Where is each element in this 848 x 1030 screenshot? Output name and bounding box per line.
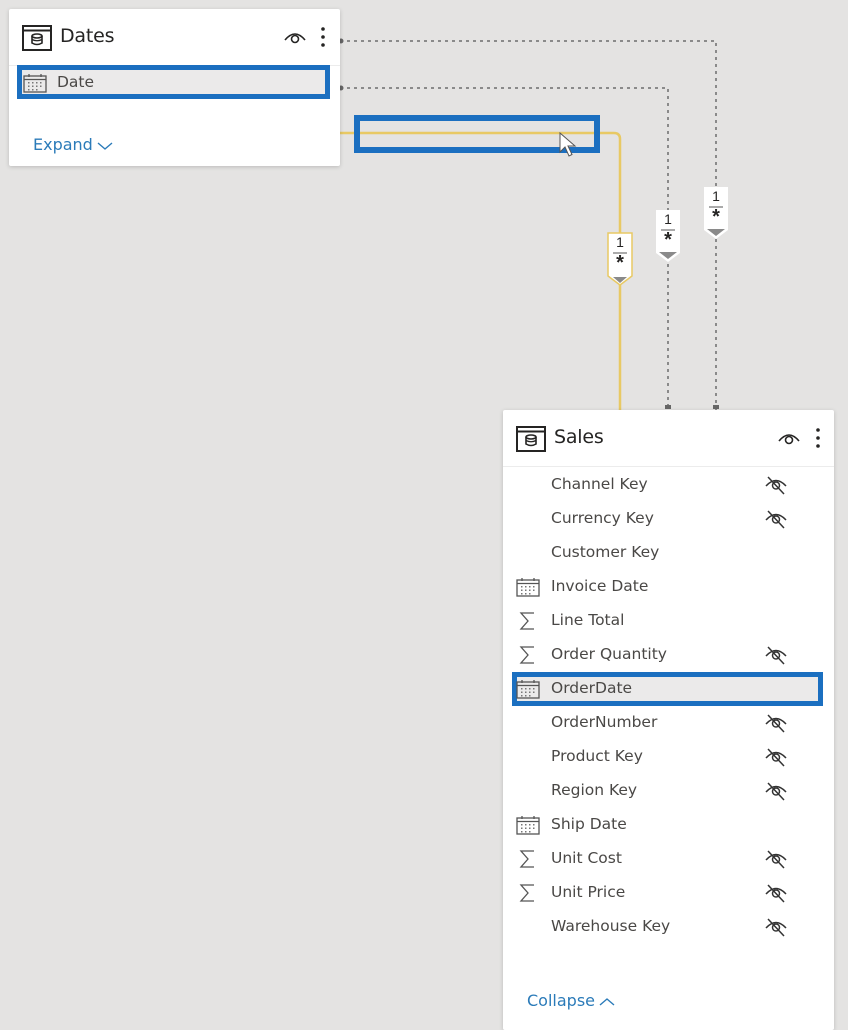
cardinality-badge-inactive-1[interactable]: 1 * bbox=[655, 209, 681, 262]
hidden-eye-icon[interactable] bbox=[763, 882, 789, 904]
collapse-label: Collapse bbox=[527, 991, 595, 1010]
field-row[interactable]: Line Total bbox=[503, 603, 834, 637]
table-title: Sales bbox=[554, 426, 604, 448]
relationship-endpoint bbox=[665, 405, 671, 409]
relationship-line-active[interactable] bbox=[340, 131, 622, 410]
field-name: Customer Key bbox=[551, 543, 660, 561]
mouse-cursor-icon bbox=[559, 132, 577, 157]
field-row[interactable]: Invoice Date bbox=[503, 569, 834, 603]
chevron-down-icon bbox=[97, 141, 113, 150]
more-vertical-icon[interactable] bbox=[318, 25, 328, 49]
eye-icon[interactable] bbox=[777, 429, 801, 447]
field-row[interactable]: OrderDate bbox=[503, 671, 834, 706]
chevron-up-icon bbox=[599, 997, 615, 1006]
table-icon bbox=[516, 426, 546, 452]
field-name: Currency Key bbox=[551, 509, 654, 527]
field-name: Product Key bbox=[551, 747, 643, 765]
field-row[interactable]: Product Key bbox=[503, 739, 834, 773]
cardinality-many: * bbox=[712, 206, 720, 228]
field-name: Region Key bbox=[551, 781, 638, 799]
expand-label: Expand bbox=[33, 135, 93, 154]
eye-icon[interactable] bbox=[283, 28, 307, 46]
field-row[interactable]: Currency Key bbox=[503, 501, 834, 535]
dates-table-header[interactable]: Dates bbox=[9, 9, 340, 66]
hidden-eye-icon[interactable] bbox=[763, 712, 789, 734]
dates-table-card[interactable]: Dates Date Expand bbox=[9, 9, 340, 166]
sigma-icon bbox=[519, 646, 534, 664]
hidden-eye-icon[interactable] bbox=[763, 916, 789, 938]
sales-table-header[interactable]: Sales bbox=[503, 410, 834, 467]
field-name: Unit Price bbox=[551, 883, 626, 901]
cardinality-one: 1 bbox=[664, 211, 672, 227]
calendar-icon bbox=[516, 680, 540, 699]
field-row[interactable]: Unit Price bbox=[503, 875, 834, 909]
field-name: Date bbox=[57, 73, 95, 91]
field-row[interactable]: Channel Key bbox=[503, 467, 834, 501]
field-name: OrderNumber bbox=[551, 713, 658, 731]
field-name: Ship Date bbox=[551, 815, 627, 833]
field-row-date[interactable]: Date bbox=[9, 65, 340, 99]
more-vertical-icon[interactable] bbox=[813, 426, 823, 450]
expand-button[interactable]: Expand bbox=[33, 135, 113, 154]
sigma-icon bbox=[519, 850, 534, 868]
field-row[interactable]: Order Quantity bbox=[503, 637, 834, 671]
cardinality-badge-inactive-2[interactable]: 1 * bbox=[703, 186, 729, 239]
sigma-icon bbox=[519, 884, 534, 902]
field-row[interactable]: Region Key bbox=[503, 773, 834, 807]
hidden-eye-icon[interactable] bbox=[763, 746, 789, 768]
calendar-icon bbox=[23, 74, 47, 93]
cardinality-one: 1 bbox=[616, 234, 624, 250]
field-name: Invoice Date bbox=[551, 577, 649, 595]
cardinality-many: * bbox=[664, 229, 672, 251]
cardinality-one: 1 bbox=[712, 188, 720, 204]
field-name: Order Quantity bbox=[551, 645, 667, 663]
field-row[interactable]: Customer Key bbox=[503, 535, 834, 569]
cardinality-many: * bbox=[616, 252, 624, 274]
hidden-eye-icon[interactable] bbox=[763, 644, 789, 666]
hidden-eye-icon[interactable] bbox=[763, 780, 789, 802]
model-view-canvas[interactable]: 1 * 1 * 1 * Dates Date Expand Sales Chan… bbox=[0, 0, 848, 1030]
collapse-button[interactable]: Collapse bbox=[527, 991, 615, 1010]
field-name: Line Total bbox=[551, 611, 625, 629]
field-row[interactable]: OrderNumber bbox=[503, 705, 834, 739]
calendar-icon bbox=[516, 578, 540, 597]
sales-table-card[interactable]: Sales Channel Key Currency Key Customer Ke… bbox=[503, 410, 834, 1030]
field-name: Unit Cost bbox=[551, 849, 622, 867]
sigma-icon bbox=[519, 612, 534, 630]
table-title: Dates bbox=[60, 25, 115, 47]
calendar-icon bbox=[516, 816, 540, 835]
field-row[interactable]: Warehouse Key bbox=[503, 909, 834, 943]
table-icon bbox=[22, 25, 52, 51]
cardinality-badge-active[interactable]: 1 * bbox=[607, 232, 633, 286]
hidden-eye-icon[interactable] bbox=[763, 848, 789, 870]
field-name: Channel Key bbox=[551, 475, 648, 493]
field-name: OrderDate bbox=[551, 679, 633, 697]
field-row[interactable]: Unit Cost bbox=[503, 841, 834, 875]
relationship-endpoint bbox=[713, 405, 719, 409]
field-name: Warehouse Key bbox=[551, 917, 671, 935]
field-row[interactable]: Ship Date bbox=[503, 807, 834, 841]
hidden-eye-icon[interactable] bbox=[763, 474, 789, 496]
hidden-eye-icon[interactable] bbox=[763, 508, 789, 530]
